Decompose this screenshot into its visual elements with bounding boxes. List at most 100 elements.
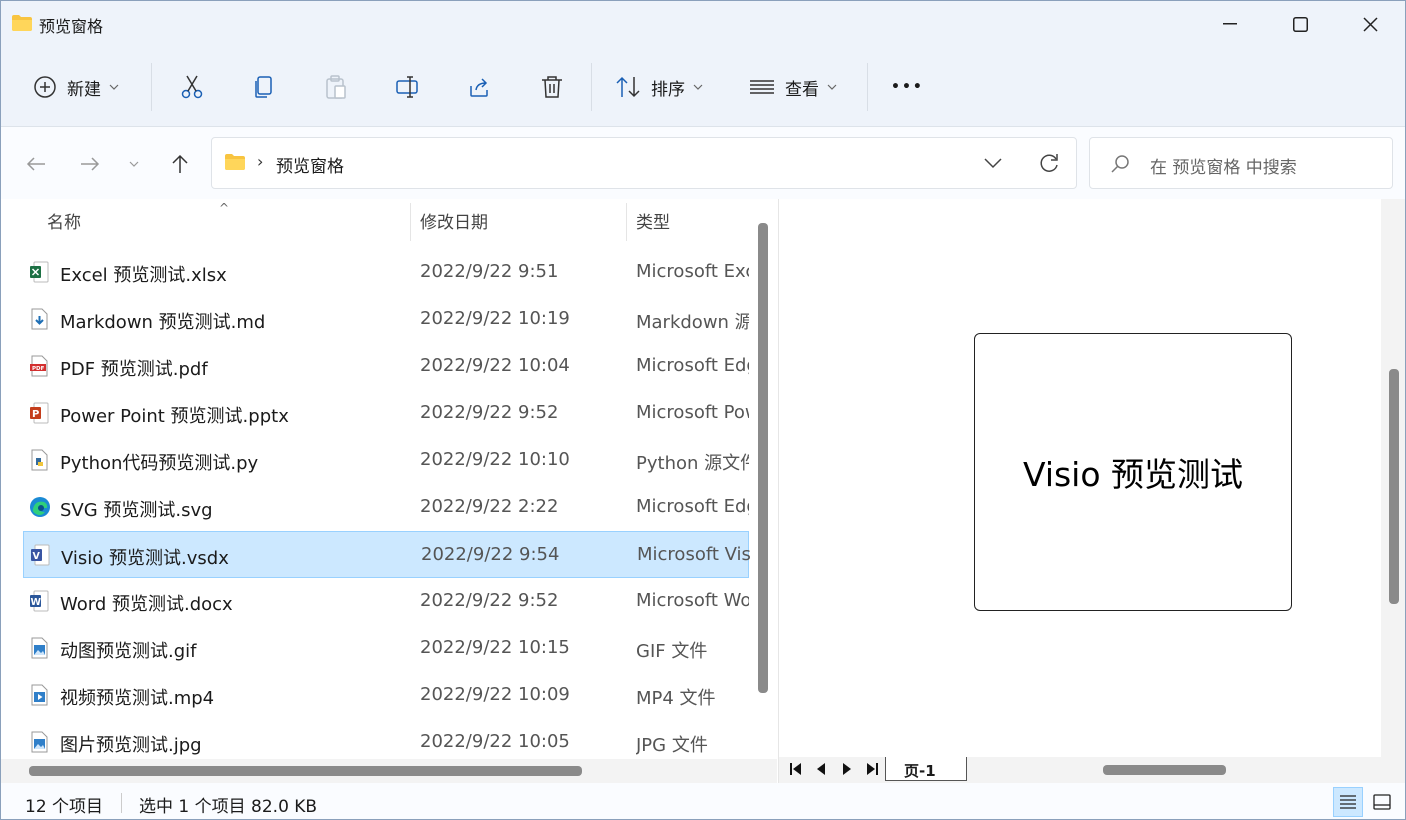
video-icon	[29, 684, 49, 706]
close-button[interactable]	[1335, 1, 1405, 47]
details-view-button[interactable]	[1333, 787, 1363, 817]
page-tab[interactable]: 页-1	[885, 757, 967, 781]
visio-shape-text: Visio 预览测试	[1022, 455, 1244, 494]
file-name: SVG 预览测试.svg	[60, 500, 213, 521]
arrow-up-icon	[172, 154, 188, 173]
file-type: Microsoft Edge	[636, 355, 749, 376]
file-modified-date: 2022/9/22 10:19	[420, 308, 570, 329]
view-label: 查看	[785, 79, 819, 100]
toolbar-divider	[151, 63, 152, 111]
file-row[interactable]: W Word 预览测试.docx 2022/9/22 9:52 Microsoft W…	[23, 578, 749, 625]
file-type: MP4 文件	[636, 688, 716, 709]
pdf-icon: PDF	[29, 355, 49, 377]
recent-locations-button[interactable]	[117, 147, 151, 181]
share-button[interactable]	[467, 69, 493, 105]
preview-vertical-scrollbar[interactable]	[1389, 369, 1399, 604]
column-header-name[interactable]: 名称	[47, 199, 409, 241]
file-name: Markdown 预览测试.md	[60, 312, 266, 333]
toolbar-divider	[591, 63, 592, 111]
first-page-button[interactable]	[789, 762, 803, 780]
toolbar-divider	[867, 63, 868, 111]
file-row[interactable]: 动图预览测试.gif 2022/9/22 10:15 GIF 文件	[23, 625, 749, 672]
column-divider[interactable]	[626, 203, 627, 241]
file-modified-date: 2022/9/22 9:51	[420, 261, 559, 282]
file-explorer-window: 预览窗格 新建 排序 查看 ••• › 预览窗格 在 预览窗格 中搜索 ^ 名称…	[0, 0, 1406, 820]
file-row[interactable]: PDF PDF 预览测试.pdf 2022/9/22 10:04 Microsoft …	[23, 343, 749, 390]
search-box[interactable]: 在 预览窗格 中搜索	[1089, 137, 1393, 189]
back-button[interactable]	[19, 147, 53, 181]
cut-button[interactable]	[179, 69, 205, 105]
maximize-button[interactable]	[1265, 1, 1335, 47]
edge-icon	[29, 496, 50, 518]
file-type: Markdown 源文件	[636, 312, 749, 333]
sort-icon	[616, 76, 640, 98]
refresh-button[interactable]	[1038, 152, 1060, 178]
horizontal-scrollbar[interactable]	[29, 766, 582, 776]
sort-button[interactable]: 排序	[615, 69, 703, 105]
next-page-button[interactable]	[841, 762, 853, 780]
copy-button[interactable]	[251, 69, 277, 105]
file-name: Word 预览测试.docx	[60, 594, 233, 615]
preview-view-button[interactable]	[1367, 787, 1397, 817]
visio-shape: Visio 预览测试	[974, 333, 1292, 611]
paste-button[interactable]	[323, 69, 349, 105]
file-row[interactable]: Python代码预览测试.py 2022/9/22 10:10 Python 源文件	[23, 437, 749, 484]
folder-icon	[224, 153, 246, 175]
svg-text:P: P	[32, 409, 39, 420]
address-history-button[interactable]	[984, 154, 1002, 173]
status-divider	[121, 793, 122, 813]
file-row[interactable]: 视频预览测试.mp4 2022/9/22 10:09 MP4 文件	[23, 672, 749, 719]
file-name: 视频预览测试.mp4	[60, 688, 215, 709]
file-row[interactable]: P Power Point 预览测试.pptx 2022/9/22 9:52 Micr…	[23, 390, 749, 437]
breadcrumb-separator[interactable]: ›	[257, 152, 263, 171]
view-button[interactable]: 查看	[749, 69, 837, 105]
more-icon: •••	[891, 79, 924, 95]
file-modified-date: 2022/9/22 10:09	[420, 684, 570, 705]
horizontal-scrollbar-track	[1, 759, 777, 783]
column-divider[interactable]	[410, 203, 411, 241]
view-list-icon	[750, 80, 774, 94]
file-name: Python代码预览测试.py	[60, 453, 259, 474]
last-page-icon	[867, 763, 878, 775]
column-date-label: 修改日期	[420, 212, 488, 233]
folder-icon	[11, 14, 33, 36]
up-button[interactable]	[163, 147, 197, 181]
selection-info: 选中 1 个项目 82.0 KB	[139, 797, 318, 817]
previous-page-button[interactable]	[815, 762, 827, 780]
vertical-scrollbar[interactable]	[758, 223, 768, 693]
new-button[interactable]: 新建	[33, 69, 119, 105]
details-view-icon	[1340, 795, 1356, 809]
search-placeholder: 在 预览窗格 中搜索	[1150, 158, 1297, 178]
svg-text:V: V	[33, 551, 41, 562]
maximize-icon	[1292, 16, 1308, 32]
minimize-button[interactable]	[1195, 1, 1265, 47]
file-row[interactable]: V Visio 预览测试.vsdx 2022/9/22 9:54 Microsoft …	[23, 531, 750, 578]
preview-view-icon	[1373, 794, 1391, 810]
breadcrumb-current[interactable]: 预览窗格	[276, 152, 344, 177]
file-type: Microsoft Excel	[636, 261, 749, 282]
more-options-button[interactable]: •••	[891, 69, 924, 105]
close-icon	[1362, 16, 1378, 32]
preview-page-bar: 页-1	[779, 757, 1405, 783]
file-name: PDF 预览测试.pdf	[60, 359, 208, 380]
file-type: JPG 文件	[636, 735, 708, 756]
last-page-button[interactable]	[865, 762, 879, 780]
preview-horizontal-scrollbar[interactable]	[1103, 765, 1226, 775]
forward-button[interactable]	[73, 147, 107, 181]
navigation-bar: › 预览窗格 在 预览窗格 中搜索	[1, 127, 1405, 199]
word-icon: W	[29, 590, 49, 612]
image-icon	[29, 731, 49, 753]
chevron-down-icon	[129, 161, 139, 167]
column-header-type[interactable]: 类型	[636, 199, 749, 241]
file-row[interactable]: SVG 预览测试.svg 2022/9/22 2:22 Microsoft Edge	[23, 484, 749, 531]
file-list-pane: ^ 名称 修改日期 类型 Excel 预览测试.xlsx 2022/9/22 9:…	[1, 199, 777, 783]
delete-button[interactable]	[539, 69, 565, 105]
column-header-date[interactable]: 修改日期	[420, 199, 625, 241]
image-icon	[29, 637, 49, 659]
rename-button[interactable]	[395, 69, 421, 105]
file-row[interactable]: Markdown 预览测试.md 2022/9/22 10:19 Markdown …	[23, 296, 749, 343]
address-bar[interactable]: › 预览窗格	[211, 137, 1077, 189]
file-row[interactable]: Excel 预览测试.xlsx 2022/9/22 9:51 Microsoft E…	[23, 249, 749, 296]
python-icon	[29, 449, 49, 471]
window-title: 预览窗格	[39, 17, 104, 36]
